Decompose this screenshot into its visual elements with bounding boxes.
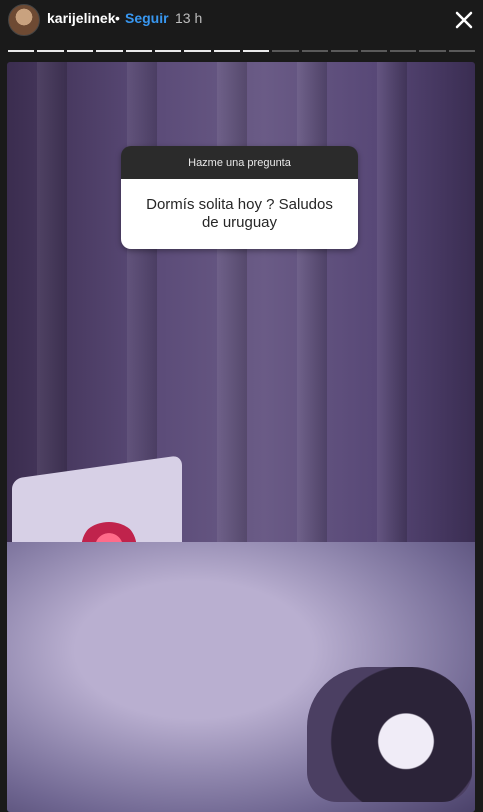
progress-segment: [301, 50, 329, 52]
sticker-question: Dormís solita hoy ? Saludos de uruguay: [121, 179, 358, 249]
progress-segment: [419, 50, 446, 52]
progress-segment: [96, 50, 123, 52]
dog: [307, 667, 472, 802]
story-progress-bar: [8, 50, 475, 53]
avatar[interactable]: [8, 4, 40, 36]
progress-segment: [243, 50, 270, 52]
sticker-title: Hazme una pregunta: [121, 146, 358, 179]
story-viewer: karijelinek • Seguir 13 h Hazme una preg…: [0, 0, 483, 812]
curtain-fold: [377, 62, 407, 582]
progress-segment: [213, 50, 240, 52]
curtain-fold: [217, 62, 247, 582]
question-sticker[interactable]: Hazme una pregunta Dormís solita hoy ? S…: [121, 146, 358, 249]
progress-segment: [360, 50, 387, 52]
progress-segment: [37, 50, 64, 52]
progress-segment: [448, 50, 475, 52]
progress-segment: [8, 50, 35, 52]
follow-button[interactable]: Seguir: [125, 10, 169, 26]
progress-segment: [184, 50, 211, 52]
progress-segment: [389, 50, 417, 52]
progress-segment: [331, 50, 358, 52]
close-icon[interactable]: [450, 6, 478, 34]
post-time: 13 h: [175, 10, 203, 26]
progress-segment: [272, 50, 299, 52]
progress-segment: [66, 50, 94, 52]
progress-segment: [154, 50, 182, 52]
curtain-fold: [297, 62, 327, 582]
story-header: karijelinek • Seguir 13 h: [0, 0, 483, 40]
progress-segment: [125, 50, 152, 52]
username[interactable]: karijelinek: [47, 10, 116, 26]
separator-dot: •: [115, 10, 120, 26]
